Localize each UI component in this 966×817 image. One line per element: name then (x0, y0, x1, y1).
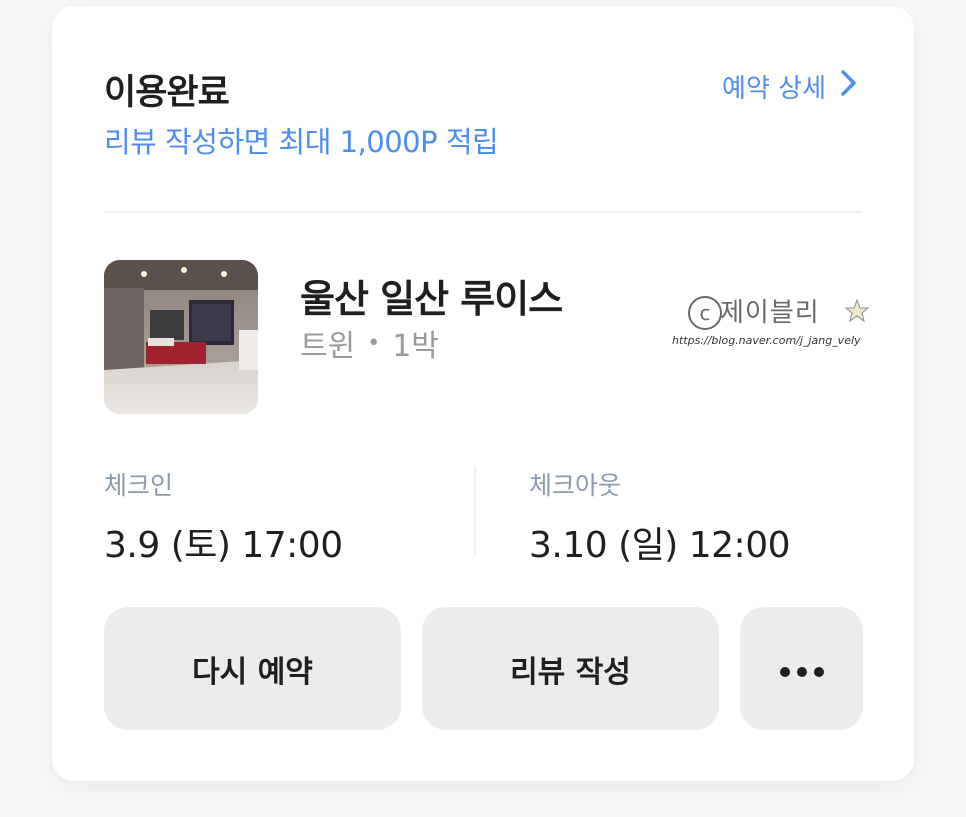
review-promo: 리뷰 작성하면 최대 1,000P 적립 (104, 125, 499, 159)
star-icon (844, 298, 870, 323)
detail-link-label: 예약 상세 (722, 74, 826, 104)
date-separator (474, 466, 476, 556)
rebook-button-label: 다시 예약 (192, 654, 313, 690)
watermark-url: https://blog.naver.com/j_jang_vely (672, 334, 861, 347)
room-nights: 1박 (392, 329, 439, 364)
status-title: 이용완료 (104, 73, 230, 113)
hotel-name[interactable]: 울산 일산 루이스 (300, 268, 563, 323)
more-button[interactable] (740, 607, 863, 730)
write-review-button[interactable]: 리뷰 작성 (422, 607, 719, 730)
room-info: 트윈 • 1박 (300, 321, 439, 365)
chevron-right-icon (840, 69, 858, 104)
room-type: 트윈 (300, 329, 356, 364)
write-review-button-label: 리뷰 작성 (510, 654, 631, 690)
divider (104, 211, 862, 213)
room-separator: • (367, 330, 381, 356)
checkout-block: 체크아웃 3.10 (일) 12:00 (529, 466, 791, 568)
checkin-block: 체크인 3.9 (토) 17:00 (104, 466, 343, 568)
checkin-label: 체크인 (104, 471, 174, 500)
watermark: c 제이블리 https://blog.naver.com/j_jang_vel… (672, 286, 877, 356)
rebook-button[interactable]: 다시 예약 (104, 607, 401, 730)
reservation-card: 이용완료 리뷰 작성하면 최대 1,000P 적립 예약 상세 울산 일산 루이… (52, 6, 914, 781)
checkout-label: 체크아웃 (529, 471, 622, 500)
checkout-value: 3.10 (일) 12:00 (529, 525, 791, 566)
watermark-name: 제이블리 (720, 298, 820, 328)
hotel-thumbnail[interactable] (104, 260, 258, 414)
checkin-value: 3.9 (토) 17:00 (104, 525, 343, 566)
copyright-icon: c (688, 296, 722, 330)
reservation-detail-link[interactable]: 예약 상세 (722, 68, 858, 105)
more-dots-icon (779, 651, 825, 686)
